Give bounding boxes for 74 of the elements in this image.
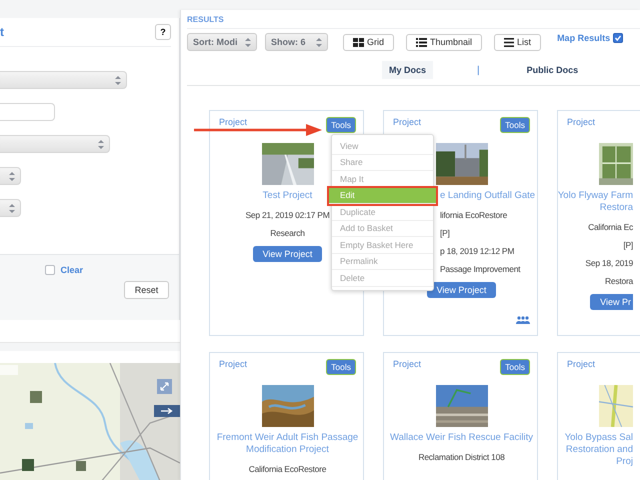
project-title[interactable]: Fremont Weir Adult Fish Passage Modification Project	[216, 432, 358, 456]
tools-button[interactable]: Tools	[500, 359, 530, 375]
arrow-button[interactable]	[154, 405, 180, 417]
view-project-button[interactable]: View Pr	[590, 294, 633, 310]
view-project-button[interactable]: View Project	[426, 282, 496, 298]
card-type-label: Project	[567, 117, 596, 127]
select-field[interactable]	[0, 199, 21, 217]
view-button[interactable]: List	[494, 34, 542, 50]
caret-icon	[245, 38, 251, 46]
input-field[interactable]	[0, 103, 55, 121]
card-detail: Passage Improvement	[440, 264, 520, 274]
project-title[interactable]: Yolo Bypass Sal Restoration and Proj	[564, 432, 633, 468]
card-detail: Sep 18, 2019	[585, 258, 633, 268]
tab-separator: |	[477, 64, 480, 76]
card-detail: Restora	[604, 276, 633, 286]
clear-link[interactable]: Clear	[60, 265, 83, 275]
card-detail: Sep 21, 2019 02:17 PM	[245, 210, 330, 220]
expand-icon	[159, 381, 170, 392]
menu-item[interactable]: Add to Basket	[332, 220, 433, 237]
view-button[interactable]: Thumbnail	[406, 34, 482, 50]
tab[interactable]: My Docs	[382, 61, 434, 79]
project-title[interactable]: Wallace Weir Fish Rescue Facility	[390, 432, 534, 444]
caret-icon	[9, 204, 15, 212]
card-type-label: Project	[219, 359, 248, 369]
menu-item[interactable]: Permalink	[332, 254, 433, 270]
card-type-label: Project	[393, 117, 422, 127]
card-detail: California EcoRestore	[248, 464, 326, 474]
project-title[interactable]: Test Project	[262, 190, 312, 202]
tools-button[interactable]: Tools	[500, 117, 530, 133]
show-select[interactable]: Show: 6	[265, 33, 328, 51]
reset-button[interactable]: Reset	[124, 281, 169, 299]
map-results-label[interactable]: Map Results	[557, 33, 610, 43]
panel-title: t	[0, 25, 4, 39]
menu-item[interactable]: Share	[332, 154, 433, 171]
menu-item[interactable]: View	[332, 138, 433, 154]
project-title[interactable]: e Landing Outfall Gate	[440, 190, 536, 202]
list-icon	[416, 38, 428, 46]
arrow-right-icon	[161, 408, 173, 414]
menu-item[interactable]: Delete	[332, 270, 433, 286]
card-type-label: Project	[567, 359, 596, 369]
menu-icon	[504, 38, 514, 46]
select-field[interactable]	[0, 71, 127, 89]
help-button[interactable]: ?	[155, 24, 171, 40]
caret-icon	[316, 38, 322, 46]
menu-item[interactable]: Empty Basket Here	[332, 237, 433, 254]
caret-icon	[9, 172, 15, 180]
card-detail: p 18, 2019 12:12 PM	[440, 246, 514, 256]
card-detail: [P]	[623, 240, 633, 250]
section-heading: RESULTS	[187, 14, 224, 24]
tools-button[interactable]: Tools	[326, 117, 356, 133]
caret-icon	[98, 140, 104, 148]
caret-icon	[115, 76, 121, 84]
select-field[interactable]	[0, 167, 21, 185]
view-project-button[interactable]: View Project	[252, 246, 322, 262]
select-field[interactable]	[0, 135, 110, 153]
people-icon[interactable]	[516, 316, 530, 324]
menu-item[interactable]: Edit	[329, 188, 436, 204]
view-button[interactable]: Grid	[343, 34, 394, 50]
expand-button[interactable]	[157, 379, 172, 394]
card-detail: lifornia EcoRestore	[440, 210, 508, 220]
sort-select[interactable]: Sort: Modi	[187, 33, 257, 51]
card-detail: California Ec	[588, 222, 633, 232]
card-detail: Research	[270, 228, 305, 238]
menu-item[interactable]: Duplicate	[332, 204, 433, 220]
card-type-label: Project	[219, 117, 248, 127]
card-type-label: Project	[393, 359, 422, 369]
tools-button[interactable]: Tools	[326, 359, 356, 375]
grid-icon	[353, 38, 364, 46]
card-detail: Reclamation District 108	[418, 452, 505, 462]
checkbox[interactable]	[613, 33, 624, 43]
tab[interactable]: Public Docs	[520, 61, 586, 79]
card-detail: [P]	[440, 228, 450, 238]
checkbox[interactable]	[45, 265, 56, 275]
project-title[interactable]: Yolo Flyway Farm Restora	[558, 190, 633, 214]
